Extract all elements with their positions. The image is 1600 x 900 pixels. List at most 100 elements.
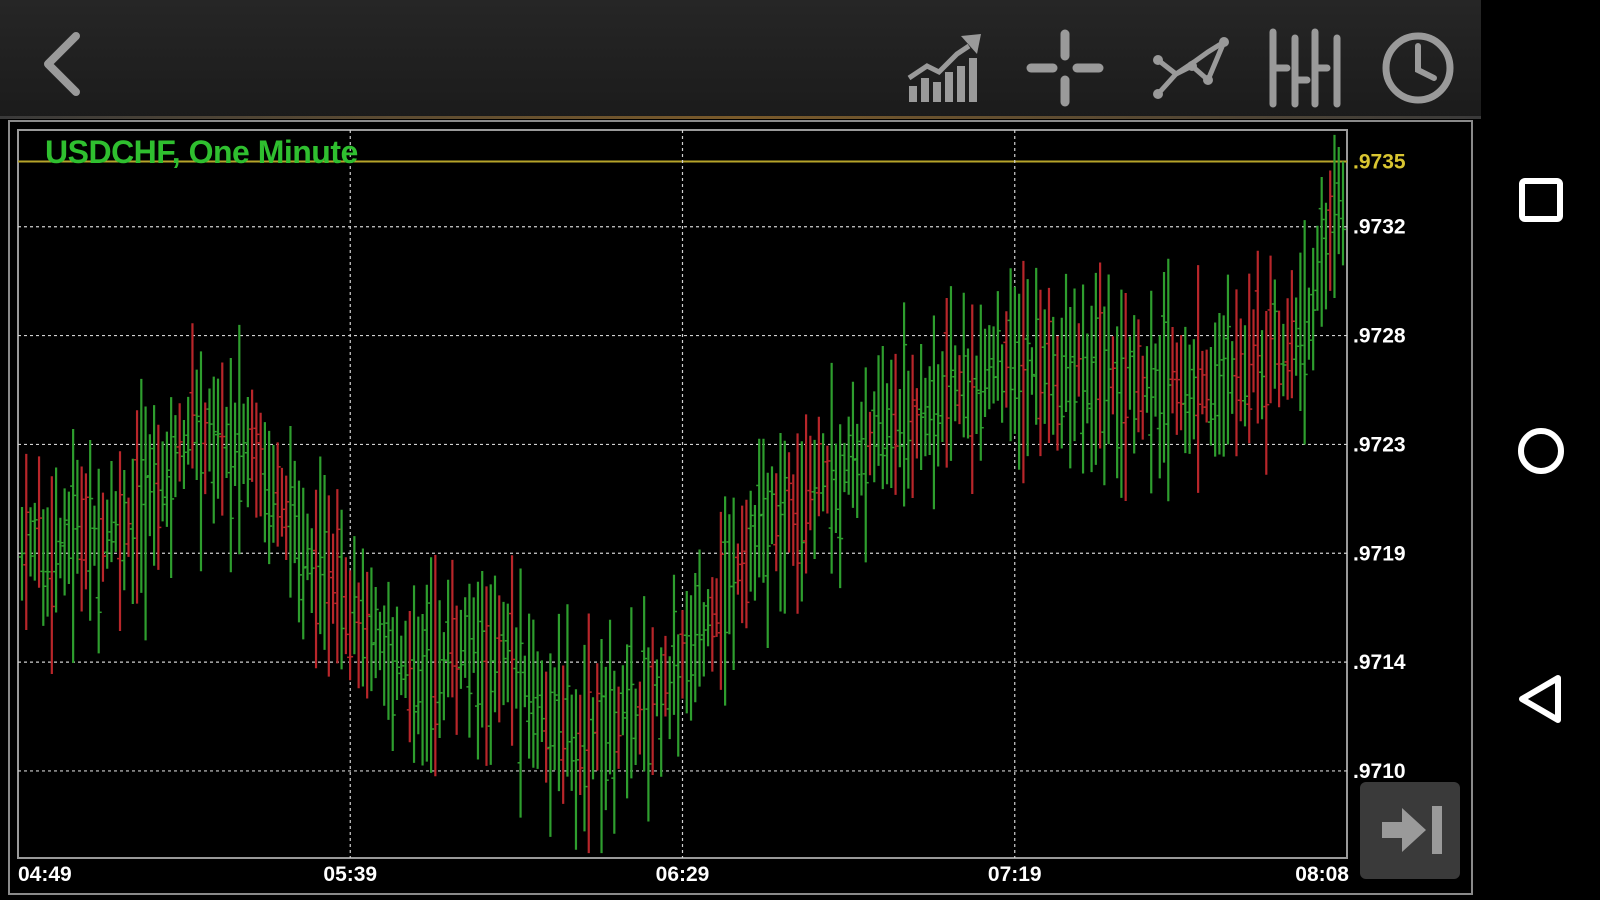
y-tick-label: .9714: [1353, 651, 1406, 674]
y-tick-label: .9728: [1353, 325, 1406, 348]
ohlc-bar: [1139, 355, 1146, 440]
ohlc-bar: [551, 667, 558, 771]
ohlc-bar: [790, 474, 797, 566]
ohlc-bar: [189, 323, 196, 469]
ohlc-bar: [1075, 323, 1082, 397]
ohlc-bar: [232, 402, 239, 487]
ohlc-bar: [722, 496, 729, 706]
ohlc-bar: [658, 647, 665, 777]
ohlc-bar: [624, 644, 631, 799]
ohlc-bar: [1229, 341, 1236, 414]
ohlc-bar: [87, 439, 94, 621]
ohlc-bar: [1340, 161, 1346, 266]
ohlc-bar: [1314, 225, 1321, 311]
ohlc-bar: [820, 433, 827, 512]
ohlc-bar: [291, 460, 298, 564]
ohlc-bar: [871, 391, 878, 483]
ohlc-bar: [803, 414, 810, 574]
y-tick-label: .9723: [1353, 433, 1406, 456]
ohlc-bar: [952, 345, 959, 422]
ohlc-bar: [385, 581, 392, 720]
ohlc-bar: [1186, 344, 1193, 454]
ohlc-bar: [1063, 273, 1070, 412]
ohlc-bar: [1058, 317, 1065, 449]
scroll-to-end-button[interactable]: [1360, 782, 1460, 879]
ohlc-bar: [560, 665, 567, 804]
ohlc-bar: [994, 291, 1001, 401]
ohlc-bar: [457, 609, 464, 689]
ohlc-bar: [879, 346, 886, 490]
ohlc-bar: [78, 466, 85, 612]
ohlc-bar: [521, 655, 528, 708]
ohlc-bar: [653, 659, 660, 717]
ohlc-bar: [947, 286, 954, 461]
ohlc-bar: [500, 601, 507, 706]
ohlc-bar: [121, 469, 128, 591]
ohlc-bar: [436, 600, 443, 738]
ohlc-bar: [832, 443, 839, 533]
ohlc-bar: [555, 613, 562, 792]
ohlc-bar: [197, 351, 204, 572]
ohlc-bar: [517, 568, 524, 818]
ohlc-bar: [1024, 279, 1031, 457]
x-tick-label: 06:29: [656, 863, 710, 886]
ohlc-bar: [807, 435, 814, 531]
ohlc-bar: [1045, 287, 1052, 443]
ohlc-bar: [36, 456, 43, 588]
ohlc-bar: [990, 326, 997, 404]
ohlc-bar: [1246, 273, 1253, 444]
home-circle-icon[interactable]: [1514, 424, 1568, 478]
recent-apps-square-icon[interactable]: [1516, 175, 1566, 225]
ohlc-bar: [1071, 288, 1078, 442]
ohlc-bar: [577, 694, 584, 795]
ohlc-bar: [1054, 335, 1061, 451]
ohlc-bar: [999, 344, 1006, 423]
ohlc-bar: [513, 627, 520, 709]
ohlc-bar: [534, 651, 541, 769]
x-tick-label: 05:39: [323, 863, 377, 886]
ohlc-bar: [696, 549, 703, 687]
ohlc-bar: [1288, 270, 1295, 399]
ohlc-bar: [1173, 342, 1180, 435]
ohlc-bar: [1335, 146, 1342, 255]
ohlc-bar: [1305, 287, 1312, 360]
ohlc-bar: [274, 442, 281, 547]
ohlc-bar: [581, 644, 588, 832]
ohlc-bar: [317, 456, 324, 635]
ohlc-bar: [1088, 305, 1095, 473]
ohlc-bar: [986, 325, 993, 410]
ohlc-bar: [1092, 272, 1099, 465]
ohlc-bar: [1097, 262, 1104, 449]
ohlc-bar: [590, 697, 597, 780]
chart-title: USDCHF, One Minute: [45, 134, 358, 170]
ohlc-bar: [168, 397, 175, 579]
ohlc-bar: [798, 441, 805, 602]
ohlc-bar: [1241, 325, 1248, 427]
ohlc-bar: [342, 557, 349, 655]
ohlc-bars: [19, 134, 1346, 854]
ohlc-bar: [117, 451, 124, 631]
ohlc-bar: [862, 367, 869, 563]
ohlc-bar: [1301, 220, 1308, 445]
back-triangle-icon[interactable]: [1514, 672, 1568, 726]
ohlc-bar: [176, 403, 183, 482]
ohlc-bar: [1207, 347, 1214, 446]
ohlc-bar: [321, 474, 328, 650]
ohlc-bar: [538, 660, 545, 742]
ohlc-bar: [683, 591, 690, 714]
ohlc-bar: [530, 619, 537, 768]
ohlc-bar: [257, 412, 264, 517]
ohlc-bar: [1284, 298, 1291, 400]
ohlc-bar: [1114, 326, 1121, 479]
ohlc-bar: [892, 353, 899, 495]
ohlc-bar: [287, 426, 294, 598]
ohlc-bar: [1161, 271, 1168, 463]
ohlc-bar: [688, 595, 695, 721]
ohlc-bar: [440, 632, 447, 721]
ohlc-bar: [875, 355, 882, 466]
ohlc-bar: [313, 489, 320, 669]
ohlc-bar: [1101, 306, 1108, 486]
ohlc-bar: [636, 681, 643, 755]
ohlc-bar: [909, 354, 916, 498]
y-tick-label: .9732: [1353, 216, 1406, 239]
